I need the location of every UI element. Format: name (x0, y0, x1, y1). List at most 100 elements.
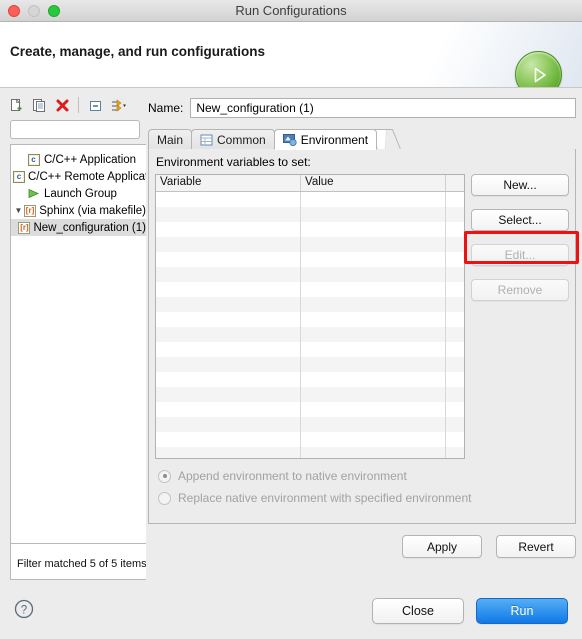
radio-label: Append environment to native environment (178, 469, 407, 483)
table-cell (301, 282, 446, 297)
tree-twisty-expanded[interactable]: ▼ (13, 206, 24, 215)
collapse-all-icon[interactable] (85, 95, 105, 115)
table-cell (156, 312, 301, 327)
table-row[interactable] (156, 312, 464, 327)
table-cell (156, 417, 301, 432)
table-cell (446, 402, 464, 417)
tab-environment[interactable]: Environment (273, 129, 378, 150)
column-header-value[interactable]: Value (301, 175, 446, 191)
play-icon (26, 188, 41, 199)
table-row[interactable] (156, 447, 464, 458)
revert-button[interactable]: Revert (496, 535, 576, 558)
filter-menu-icon[interactable] (108, 95, 128, 115)
table-cell (301, 402, 446, 417)
table-header-row: Variable Value (156, 175, 464, 192)
table-cell (301, 252, 446, 267)
common-table-icon (200, 134, 213, 146)
footer-buttons: Close Run (372, 598, 568, 624)
table-cell (301, 342, 446, 357)
table-cell (156, 237, 301, 252)
table-row[interactable] (156, 357, 464, 372)
table-row[interactable] (156, 207, 464, 222)
tree-item-launch-group[interactable]: Launch Group (11, 185, 146, 202)
table-body[interactable] (156, 192, 464, 458)
table-cell (446, 342, 464, 357)
apply-revert-row: Apply Revert (148, 535, 576, 558)
table-cell (446, 222, 464, 237)
table-cell (446, 312, 464, 327)
close-button[interactable]: Close (372, 598, 464, 624)
tab-label: Main (157, 133, 184, 147)
filter-input[interactable] (10, 120, 140, 139)
table-row[interactable] (156, 267, 464, 282)
tree-item-sphinx-via-makefile[interactable]: ▼ [r] Sphinx (via makefile) (11, 202, 146, 219)
table-cell (301, 237, 446, 252)
delete-configuration-icon[interactable] (52, 95, 72, 115)
column-header-variable[interactable]: Variable (156, 175, 301, 191)
question-mark-icon[interactable]: ? (14, 599, 34, 624)
radio-label: Replace native environment with specifie… (178, 491, 472, 505)
tree-item-label: C/C++ Application (44, 153, 137, 166)
new-configuration-icon[interactable] (6, 95, 26, 115)
apply-button[interactable]: Apply (402, 535, 482, 558)
table-row[interactable] (156, 342, 464, 357)
table-row[interactable] (156, 237, 464, 252)
tree-item-c-cpp-application[interactable]: c C/C++ Application (11, 151, 146, 168)
environment-icon (282, 133, 297, 146)
select-variable-button[interactable]: Select... (471, 209, 569, 231)
table-cell (156, 357, 301, 372)
table-cell (446, 432, 464, 447)
configurations-toolbar (6, 92, 142, 118)
table-row[interactable] (156, 252, 464, 267)
table-cell (446, 282, 464, 297)
table-row[interactable] (156, 372, 464, 387)
table-cell (301, 372, 446, 387)
toolbar-separator (78, 97, 79, 113)
tree-item-c-cpp-remote-application[interactable]: c C/C++ Remote Application (11, 168, 146, 185)
table-action-buttons: New... Select... Edit... Remove (471, 174, 571, 314)
table-cell (156, 222, 301, 237)
duplicate-configuration-icon[interactable] (29, 95, 49, 115)
tree-item-new-configuration[interactable]: [r] New_configuration (1) (11, 219, 146, 236)
table-cell (446, 207, 464, 222)
tab-common[interactable]: Common (191, 129, 275, 150)
r-file-icon: [r] (24, 204, 37, 217)
table-cell (156, 327, 301, 342)
dialog-banner: Create, manage, and run configurations (0, 22, 582, 88)
table-row[interactable] (156, 297, 464, 312)
table-row[interactable] (156, 387, 464, 402)
table-row[interactable] (156, 282, 464, 297)
table-row[interactable] (156, 192, 464, 207)
tab-main[interactable]: Main (148, 129, 193, 150)
configurations-tree[interactable]: c C/C++ Application c C/C++ Remote Appli… (10, 144, 146, 544)
table-cell (301, 207, 446, 222)
radio-replace-environment: Replace native environment with specifie… (158, 487, 472, 509)
table-cell (446, 447, 464, 458)
environment-mode-radio-group: Append environment to native environment… (158, 465, 472, 509)
column-header-extra[interactable] (446, 175, 464, 191)
table-cell (156, 267, 301, 282)
table-cell (156, 207, 301, 222)
table-row[interactable] (156, 432, 464, 447)
run-button[interactable]: Run (476, 598, 568, 624)
table-cell (156, 372, 301, 387)
table-cell (156, 252, 301, 267)
environment-variables-table[interactable]: Variable Value (155, 174, 465, 459)
table-cell (301, 192, 446, 207)
tab-label: Environment (300, 132, 369, 147)
configuration-name-input[interactable] (190, 98, 576, 118)
table-cell (301, 297, 446, 312)
radio-selected-icon (158, 469, 171, 483)
table-cell (446, 252, 464, 267)
table-row[interactable] (156, 402, 464, 417)
table-cell (446, 297, 464, 312)
table-row[interactable] (156, 417, 464, 432)
svg-text:?: ? (21, 605, 27, 617)
table-row[interactable] (156, 327, 464, 342)
table-row[interactable] (156, 222, 464, 237)
radio-unselected-icon (158, 491, 171, 505)
table-cell (301, 222, 446, 237)
c-file-icon: c (26, 153, 41, 166)
tree-item-label: Sphinx (via makefile) (39, 204, 146, 217)
new-variable-button[interactable]: New... (471, 174, 569, 196)
